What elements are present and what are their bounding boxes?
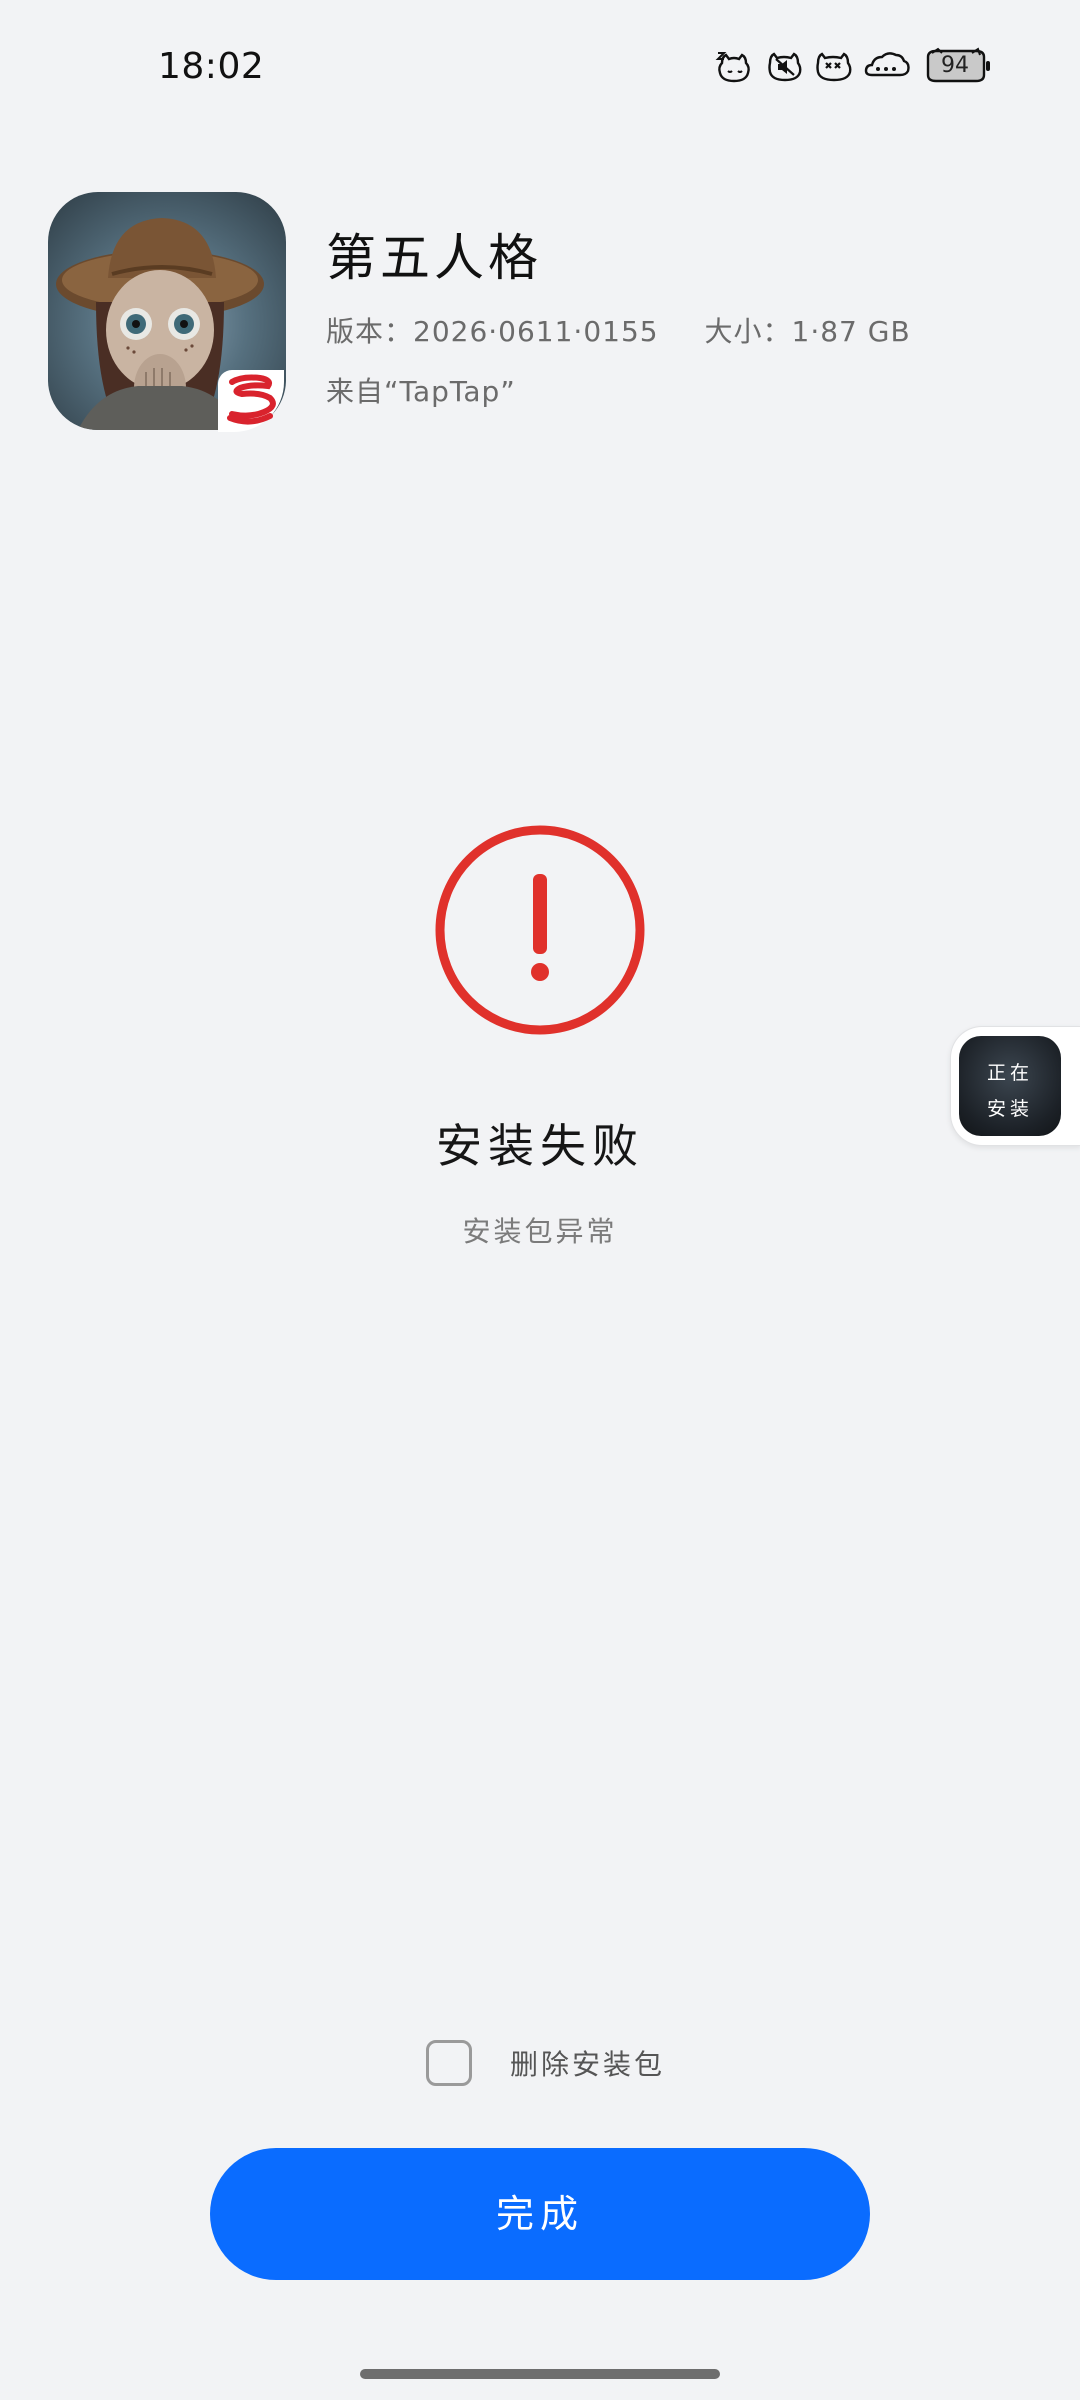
netease-logo-icon <box>218 370 284 432</box>
home-indicator[interactable] <box>360 2369 720 2379</box>
status-time: 18:02 <box>158 46 265 87</box>
app-source: 来自“TapTap” <box>326 375 516 408</box>
delete-package-checkbox[interactable] <box>426 2040 472 2086</box>
status-icons: 94 <box>712 47 992 85</box>
float-text-line2: 安装 <box>986 1098 1033 1120</box>
installing-thumbnail: 正在 安装 <box>959 1036 1061 1136</box>
mute-icon <box>764 47 804 85</box>
installing-float-bubble[interactable]: 正在 安装 <box>950 1026 1080 1146</box>
sleep-cat-icon <box>712 47 756 85</box>
delete-package-row[interactable]: 删除安装包 <box>426 2036 665 2090</box>
done-button[interactable]: 完成 <box>210 2148 870 2280</box>
app-meta: 版本：2026·0611·0155 大小：1·87 GB <box>326 310 911 350</box>
status-bar: 18:02 94 <box>0 0 1080 130</box>
result-title: 安装失败 <box>436 1119 644 1173</box>
result-subtitle: 安装包异常 <box>462 1215 618 1248</box>
battery-level: 94 <box>941 53 969 78</box>
version-value: 2026·0611·0155 <box>413 315 659 348</box>
float-text-line1: 正在 <box>986 1062 1033 1084</box>
delete-package-label: 删除安装包 <box>510 2048 666 2081</box>
battery-icon: 94 <box>924 47 992 85</box>
error-icon <box>432 822 648 1038</box>
no-notification-icon <box>812 47 854 85</box>
wifi-cloud-icon <box>862 47 912 85</box>
app-name: 第五人格 <box>326 229 542 287</box>
size-value: 1·87 GB <box>791 315 911 348</box>
size-label: 大小： <box>704 315 792 348</box>
version-label: 版本： <box>326 315 414 348</box>
